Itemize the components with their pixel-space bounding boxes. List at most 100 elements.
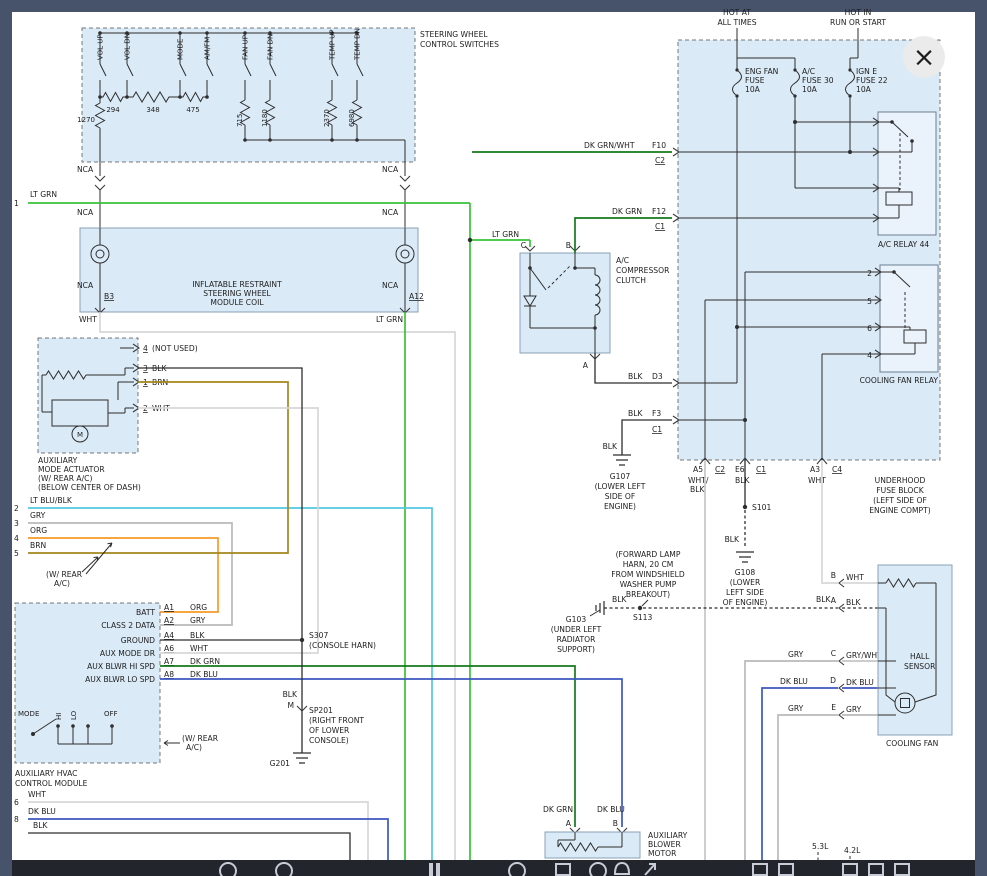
circuit-number: 1 [14, 199, 19, 208]
clutch-title: COMPRESSOR [616, 266, 670, 275]
coil-module-title: STEERING WHEEL [203, 289, 271, 298]
hvac-pin-name: AUX BLWR HI SPD [87, 662, 155, 671]
ground-note: (LOWER LEFT [595, 482, 646, 491]
nca-label: NCA [382, 165, 399, 174]
relay-pin: 2 [867, 269, 872, 278]
resistor-value: 715 [236, 114, 244, 127]
nca-label: NCA [77, 208, 94, 217]
pin-label: A [831, 596, 837, 605]
harness-note: BREAKOUT) [626, 590, 670, 599]
circuit-number: 5 [14, 549, 19, 558]
hvac-module-title: AUXILIARY HVAC [15, 769, 78, 778]
pin-label: F3 [652, 409, 661, 418]
switch-label: FAN DN [267, 34, 275, 60]
wire-color-label: WHT [808, 476, 826, 485]
fuse-label: FUSE 30 [802, 76, 834, 85]
resistor-value: 348 [146, 106, 159, 114]
switch-label: MODE [177, 39, 185, 60]
nca-label: NCA [382, 281, 399, 290]
circuit-number: 2 [14, 504, 19, 513]
resistor-value: 1270 [77, 116, 95, 124]
wire-color-label: DK GRN [612, 207, 642, 216]
connector-note: (RIGHT FRONT [309, 716, 364, 725]
nca-label: NCA [382, 208, 399, 217]
wire-color-label: GRY [190, 616, 206, 625]
wire-color-label: LT BLU/BLK [30, 496, 73, 505]
close-icon: × [913, 42, 936, 73]
wire-color-label: GRY [788, 704, 804, 713]
off-label: OFF [104, 710, 118, 718]
wire-color-label: GRY [788, 650, 804, 659]
fuse-label: 10A [802, 85, 818, 94]
hvac-module-title: CONTROL MODULE [15, 779, 88, 788]
harness-note: (FORWARD LAMP [616, 550, 681, 559]
switch-label: TEMP UP [329, 29, 337, 61]
resistor-value: 2370 [323, 109, 331, 127]
close-button[interactable]: × [903, 36, 945, 78]
wire-color-label: DK GRN [190, 657, 220, 666]
actuator-title: (W/ REAR A/C) [38, 474, 92, 483]
rear-ac-note: (W/ REAR [46, 570, 83, 579]
pin-label: B [566, 241, 571, 250]
fuse-block-title: FUSE BLOCK [876, 486, 924, 495]
wire-color-label: BRN [30, 541, 46, 550]
connector-note: OF LOWER [309, 726, 350, 735]
blower-title: AUXILIARY [648, 831, 688, 840]
aux-blower-motor-box [545, 828, 640, 858]
fuse-label: 10A [856, 85, 872, 94]
switch-label: AM/FM [204, 37, 212, 60]
wire-color-label: BLK [612, 595, 627, 604]
pin-label: C [831, 649, 836, 658]
pin-label: E6 [735, 465, 745, 474]
pin-label: B [613, 819, 618, 828]
relay-pin: 6 [867, 324, 872, 333]
clutch-title: A/C [616, 256, 629, 265]
pin-label: 4 [143, 344, 148, 353]
aux-mode-actuator-box: M [38, 338, 139, 453]
wire-color-label: ORG [30, 526, 47, 535]
pin-label: B [831, 571, 836, 580]
pin-label: A3 [810, 465, 820, 474]
harness-note: FROM WINDSHIELD [611, 570, 685, 579]
wire-color-label: BLK [628, 409, 643, 418]
circuit-number: 6 [14, 798, 19, 807]
wire-color-label: WHT [79, 315, 97, 324]
resistor-value: 294 [106, 106, 120, 114]
wire-color-label: LT GRN [492, 230, 519, 239]
connector-ref: C2 [655, 156, 665, 165]
fuse-block-title: UNDERHOOD [875, 476, 926, 485]
harness-note: HARN, 20 CM [623, 560, 674, 569]
actuator-title: AUXILIARY [38, 456, 78, 465]
actuator-title: MODE ACTUATOR [38, 465, 105, 474]
splice-note: (CONSOLE HARN) [309, 641, 376, 650]
wire-color-label: WHT [28, 790, 46, 799]
pin-label: A [566, 819, 572, 828]
ac-relay [873, 112, 936, 235]
steering-wheel-switches-box: VOL UP VOL DN MODE AM/FM FAN UP FAN DN T… [77, 28, 415, 162]
wire-color-label: DK BLU [28, 807, 56, 816]
wiring-diagram: VOL UP VOL DN MODE AM/FM FAN UP FAN DN T… [0, 0, 987, 876]
wire-color-label: BLK [735, 476, 750, 485]
pin-label: A1 [164, 603, 174, 612]
wire-color-label: DK BLU [597, 805, 625, 814]
hvac-pin-name: GROUND [121, 636, 155, 645]
pin-label: B3 [104, 292, 114, 301]
fuse-label: FUSE 22 [856, 76, 888, 85]
wire-color-label: GRY [30, 511, 46, 520]
clutch-title: CLUTCH [616, 276, 646, 285]
connector-ref: C1 [652, 425, 662, 434]
nca-label: NCA [77, 165, 94, 174]
pin-label: D3 [652, 372, 663, 381]
splice-label: S307 [309, 631, 328, 640]
bottom-toolbar [12, 860, 975, 876]
engine-variant-label: 5.3L [812, 842, 829, 851]
cooling-fan-relay [875, 265, 938, 372]
pin-label: A5 [693, 465, 703, 474]
splice-label: S101 [752, 503, 771, 512]
hi-label: HI [55, 713, 63, 720]
ground-label: G201 [270, 759, 291, 768]
rear-ac-note: A/C) [54, 579, 70, 588]
pin-label: A8 [164, 670, 174, 679]
wire-color-label: DK GRN/WHT [584, 141, 635, 150]
fuse-label: ENG FAN [745, 67, 778, 76]
